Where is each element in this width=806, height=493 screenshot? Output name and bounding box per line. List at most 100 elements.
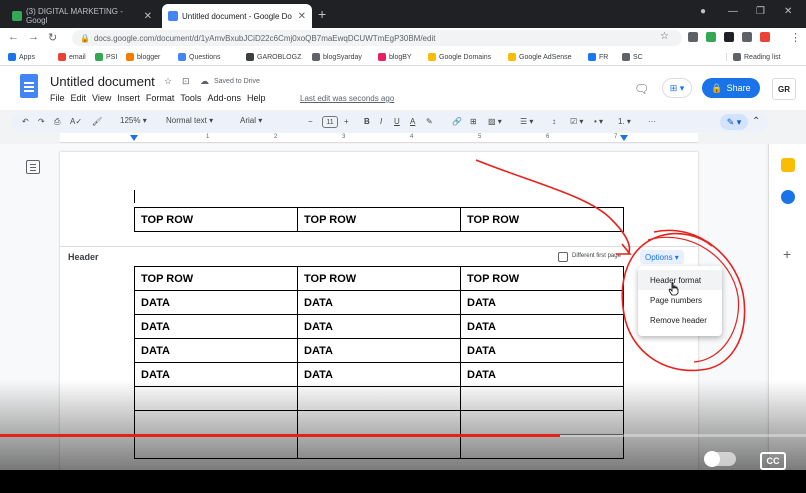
- table-cell[interactable]: TOP ROW: [460, 266, 624, 291]
- profile-icon[interactable]: ●: [700, 6, 706, 17]
- star-icon[interactable]: ☆: [164, 76, 172, 87]
- tab-untitled-document[interactable]: Untitled document - Google Do ✕: [162, 4, 312, 28]
- line-spacing-icon[interactable]: ↕: [552, 117, 556, 126]
- account-avatar[interactable]: GR: [772, 78, 796, 100]
- document-outline-icon[interactable]: [26, 160, 40, 174]
- style-dropdown[interactable]: Normal text ▾: [166, 116, 213, 125]
- close-tab-icon[interactable]: ✕: [144, 11, 152, 22]
- comment-history-icon[interactable]: 🗨: [634, 82, 649, 96]
- checklist-icon[interactable]: ☑ ▾: [570, 117, 583, 126]
- insert-link-icon[interactable]: 🔗: [452, 117, 462, 126]
- last-edit-link[interactable]: Last edit was seconds ago: [300, 94, 394, 103]
- font-size-input[interactable]: 11: [322, 116, 338, 128]
- move-folder-icon[interactable]: ⊡: [182, 76, 190, 87]
- video-progress-bar[interactable]: [0, 434, 806, 437]
- table-cell[interactable]: DATA: [134, 314, 298, 339]
- table-cell[interactable]: DATA: [134, 290, 298, 315]
- maximize-icon[interactable]: ❐: [756, 6, 765, 17]
- close-window-icon[interactable]: ✕: [784, 6, 792, 17]
- get-add-ons-icon[interactable]: +: [783, 246, 791, 262]
- forward-icon[interactable]: →: [28, 31, 39, 43]
- extension-icon[interactable]: [760, 32, 770, 42]
- menu-item-page-numbers[interactable]: Page numbers: [638, 290, 722, 310]
- redo-icon[interactable]: ↷: [38, 117, 45, 126]
- table-cell[interactable]: TOP ROW: [134, 266, 298, 291]
- menu-add-ons[interactable]: Add-ons: [207, 93, 241, 103]
- zoom-dropdown[interactable]: 125% ▾: [120, 116, 147, 125]
- table-cell[interactable]: DATA: [297, 290, 461, 315]
- highlight-icon[interactable]: ✎: [426, 117, 433, 126]
- document-title[interactable]: Untitled document: [50, 74, 155, 89]
- menu-format[interactable]: Format: [146, 93, 175, 103]
- menu-item-header-format[interactable]: Header format: [638, 270, 722, 290]
- decrease-font-icon[interactable]: −: [308, 117, 313, 126]
- close-tab-icon[interactable]: ✕: [298, 11, 306, 22]
- menu-help[interactable]: Help: [247, 93, 266, 103]
- extension-icon[interactable]: [724, 32, 734, 42]
- share-button[interactable]: 🔒 Share: [702, 78, 760, 98]
- menu-insert[interactable]: Insert: [117, 93, 140, 103]
- header-options-button[interactable]: Options ▾: [640, 250, 684, 264]
- table-cell[interactable]: DATA: [460, 338, 624, 363]
- bookmark-apps[interactable]: Apps: [8, 53, 35, 61]
- bookmark-blogger[interactable]: blogger: [126, 53, 160, 61]
- bookmark-sc[interactable]: SC: [622, 53, 643, 61]
- right-indent-marker[interactable]: [620, 135, 628, 141]
- reload-icon[interactable]: ↻: [48, 31, 57, 44]
- editing-mode-button[interactable]: ✎ ▾: [720, 114, 748, 130]
- back-icon[interactable]: ←: [8, 31, 19, 43]
- bookmark-google-domains[interactable]: Google Domains: [428, 53, 491, 61]
- tasks-icon[interactable]: [781, 190, 795, 204]
- menu-tools[interactable]: Tools: [180, 93, 201, 103]
- new-tab-button[interactable]: +: [318, 6, 326, 22]
- bookmark-questions[interactable]: Questions: [178, 53, 221, 61]
- extensions-puzzle-icon[interactable]: [742, 32, 752, 42]
- spellcheck-icon[interactable]: A✓: [70, 117, 82, 126]
- captions-button[interactable]: CC: [760, 452, 786, 470]
- bookmark-email[interactable]: email: [58, 53, 86, 61]
- font-dropdown[interactable]: Arial ▾: [240, 116, 262, 125]
- more-tools-icon[interactable]: ···: [648, 117, 656, 126]
- align-icon[interactable]: ☰ ▾: [520, 117, 533, 126]
- bookmark-google-adsense[interactable]: Google AdSense: [508, 53, 572, 61]
- menu-view[interactable]: View: [92, 93, 111, 103]
- menu-edit[interactable]: Edit: [71, 93, 87, 103]
- bookmark-blogsyarday[interactable]: blogSyarday: [312, 53, 362, 61]
- keep-icon[interactable]: [781, 158, 795, 172]
- print-icon[interactable]: ⎙: [54, 117, 60, 127]
- bookmark-star-icon[interactable]: ☆: [660, 31, 669, 42]
- text-color-icon[interactable]: A: [410, 117, 415, 126]
- bulleted-list-icon[interactable]: • ▾: [594, 117, 603, 126]
- italic-icon[interactable]: I: [380, 117, 382, 126]
- numbered-list-icon[interactable]: 1. ▾: [618, 117, 631, 126]
- table-cell[interactable]: TOP ROW: [297, 266, 461, 291]
- bookmark-fr[interactable]: FR: [588, 53, 608, 61]
- different-first-page-checkbox[interactable]: [558, 252, 568, 262]
- minimize-icon[interactable]: —: [728, 6, 738, 17]
- bold-icon[interactable]: B: [364, 117, 370, 126]
- table-cell[interactable]: DATA: [297, 338, 461, 363]
- table-cell[interactable]: DATA: [134, 338, 298, 363]
- address-bar[interactable]: 🔒 docs.google.com/document/d/1yAmvBxubJC…: [72, 30, 682, 46]
- left-indent-marker[interactable]: [130, 135, 138, 141]
- present-button[interactable]: ⊞ ▾: [662, 78, 692, 98]
- table-cell[interactable]: TOP ROW: [134, 207, 298, 232]
- tab-digital-marketing[interactable]: (3) DIGITAL MARKETING - Googl ✕: [6, 4, 158, 28]
- reading-list-button[interactable]: Reading list: [726, 53, 781, 61]
- insert-image-icon[interactable]: ▨ ▾: [488, 117, 502, 126]
- increase-font-icon[interactable]: +: [344, 117, 349, 126]
- undo-icon[interactable]: ↶: [22, 117, 29, 126]
- docs-logo-icon[interactable]: [20, 74, 38, 98]
- bookmark-psi[interactable]: PSI: [95, 53, 117, 61]
- insert-comment-icon[interactable]: ⊞: [470, 117, 477, 126]
- menu-file[interactable]: File: [50, 93, 65, 103]
- autoplay-toggle[interactable]: [704, 451, 736, 467]
- table-cell[interactable]: DATA: [297, 314, 461, 339]
- extension-icon[interactable]: [706, 32, 716, 42]
- bookmark-blogby[interactable]: blogBY: [378, 53, 412, 61]
- bookmark-garoblogz[interactable]: GAROBLOGZ: [246, 53, 301, 61]
- table-cell[interactable]: DATA: [460, 314, 624, 339]
- paint-format-icon[interactable]: 🖌: [92, 117, 102, 126]
- table-cell[interactable]: TOP ROW: [460, 207, 624, 232]
- menu-item-remove-header[interactable]: Remove header: [638, 310, 722, 330]
